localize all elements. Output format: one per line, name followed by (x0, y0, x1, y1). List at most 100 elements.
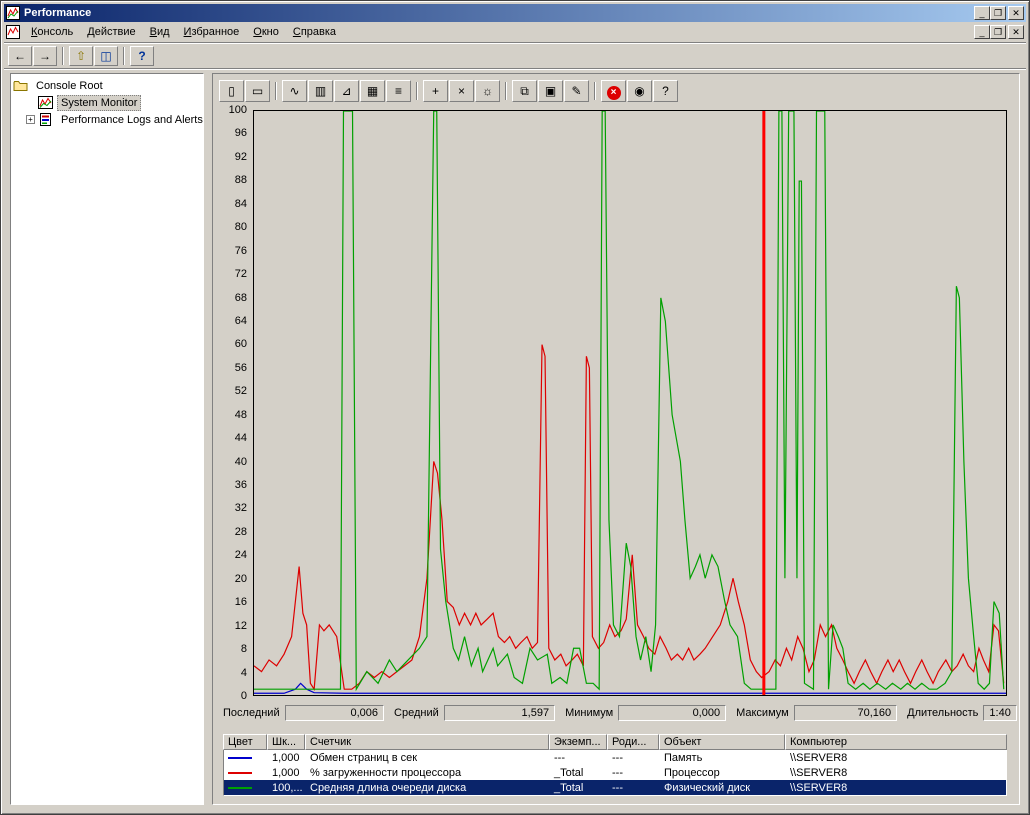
counter-color-line (228, 771, 252, 774)
y-axis-tick-label: 64 (234, 314, 247, 327)
toolbar-separator (62, 46, 64, 65)
menu-favorites[interactable]: Избранное (177, 24, 247, 40)
y-axis-tick-label: 72 (234, 268, 247, 281)
menu-help[interactable]: Справка (286, 24, 343, 40)
y-axis-tick-label: 16 (234, 596, 247, 609)
tree-item-performance-logs[interactable]: + Performance Logs and Alerts (13, 111, 203, 128)
view-current-activity-button[interactable]: ∿ (282, 80, 307, 102)
menubar: Консоль Действие Вид Избранное Окно Справка _… (4, 22, 1026, 43)
stat-last: Последний 0,006 (223, 705, 385, 721)
freeze-display-icon: × (606, 86, 621, 100)
child-minimize-button[interactable]: _ (974, 25, 990, 39)
tree-item-console-root[interactable]: Console Root (13, 77, 201, 94)
legend-cell: Средняя длина очереди диска (310, 781, 467, 794)
y-axis-tick-label: 80 (234, 221, 247, 234)
freeze-display-button[interactable]: × (601, 80, 626, 102)
tree-item-label: Console Root (36, 79, 103, 92)
legend-column-header[interactable]: Шк... (267, 734, 305, 750)
y-axis-tick-label: 32 (234, 502, 247, 515)
menu-items: Консоль Действие Вид Избранное Окно Справка (24, 24, 974, 40)
legend-row[interactable]: 100,... Средняя длина очереди диска _Total… (224, 780, 1006, 795)
view-graph-button[interactable]: ⊿ (334, 80, 359, 102)
counter-color-line (228, 756, 252, 759)
titlebar: Performance _ ❐ ✕ (4, 4, 1026, 22)
legend-cell: 1,000 (272, 766, 300, 779)
copy-properties-icon: ⧉ (520, 84, 529, 98)
paste-counter-list-button[interactable]: ▣ (538, 80, 563, 102)
delete-counter-icon: × (457, 84, 465, 98)
toolbar-separator (505, 82, 507, 100)
legend-column-header[interactable]: Компьютер (785, 734, 1007, 750)
view-log-data-button[interactable]: ▥ (308, 80, 333, 102)
highlight-button[interactable]: ☼ (475, 80, 500, 102)
stat-label: Длительность (907, 707, 979, 719)
tree-item-label: System Monitor (57, 94, 142, 111)
window-title: Performance (24, 7, 92, 19)
counter-color-line (228, 786, 252, 789)
series-processor-time (254, 345, 1004, 690)
clear-display-button[interactable]: ▭ (245, 80, 270, 102)
legend-row[interactable]: 1,000 Обмен страниц в сек --- --- Память \\SE… (224, 750, 1006, 765)
add-counter-button[interactable]: + (423, 80, 448, 102)
minimize-button[interactable]: _ (974, 6, 990, 20)
legend-column-header[interactable]: Роди... (607, 734, 659, 750)
y-axis-tick-label: 56 (234, 361, 247, 374)
help-button[interactable]: ? (130, 45, 154, 66)
clear-display-icon: ▭ (251, 84, 264, 98)
legend-header: Цвет Шк... Счетчик Экземп... Роди... Объект Ко… (223, 734, 1007, 750)
legend-column-header[interactable]: Экземп... (549, 734, 607, 750)
legend-row[interactable]: 1,000 % загруженности процессора _Total ---… (224, 765, 1006, 780)
legend-column-header[interactable]: Цвет (223, 734, 267, 750)
expander-icon[interactable]: + (26, 115, 35, 124)
legend-rows: 1,000 Обмен страниц в сек --- --- Память \\SE… (223, 750, 1007, 796)
child-window-icon (6, 25, 20, 39)
chart-svg (254, 111, 1006, 695)
menu-window[interactable]: Окно (246, 24, 286, 40)
series-pages-sec (254, 683, 1006, 693)
help-button[interactable]: ? (653, 80, 678, 102)
nav-toolbar: ← → ⇧ ◫? (4, 43, 1026, 69)
legend-cell: Процессор (664, 766, 720, 779)
delete-counter-button[interactable]: × (449, 80, 474, 102)
stat-value: 0,000 (618, 705, 727, 721)
menu-action[interactable]: Действие (80, 24, 142, 40)
y-axis-tick-label: 12 (234, 619, 247, 632)
forward-icon: → (39, 48, 51, 63)
menu-console[interactable]: Консоль (24, 24, 80, 40)
legend: Цвет Шк... Счетчик Экземп... Роди... Объект Ко… (223, 734, 1007, 796)
legend-cell: _Total (554, 766, 584, 779)
stat-label: Максимум (736, 707, 789, 719)
view-report-icon: ≡ (394, 84, 402, 98)
legend-cell: _Total (554, 781, 584, 794)
forward-button[interactable]: → (33, 45, 57, 66)
back-icon: ← (14, 48, 26, 63)
toolbar-separator (275, 82, 277, 100)
tree-item-system-monitor[interactable]: System Monitor (13, 94, 201, 111)
logs-icon (38, 113, 53, 126)
show-hide-tree-button[interactable]: ◫ (94, 45, 118, 66)
menu-view[interactable]: Вид (143, 24, 177, 40)
y-axis-tick-label: 100 (228, 104, 247, 116)
stats-bar: Последний 0,006 Средний 1,597 Минимум 0,000 Ма… (223, 704, 1017, 722)
tree-children: System Monitor + Performance Logs and Aler… (13, 94, 203, 128)
up-one-level-button[interactable]: ⇧ (69, 45, 93, 66)
performance-window: Performance _ ❐ ✕ Консоль Действие Вид Избр… (0, 0, 1030, 815)
y-axis-tick-label: 88 (234, 174, 247, 187)
stat-duration: Длительность 1:40 (907, 705, 1017, 721)
child-restore-button[interactable]: ❐ (990, 25, 1006, 39)
properties-icon: ✎ (571, 84, 582, 98)
new-counter-set-icon: ▯ (228, 84, 235, 98)
view-report-button[interactable]: ≡ (386, 80, 411, 102)
maximize-button[interactable]: ❐ (990, 6, 1006, 20)
close-button[interactable]: ✕ (1008, 6, 1024, 20)
legend-column-header[interactable]: Объект (659, 734, 785, 750)
view-histogram-button[interactable]: ▦ (360, 80, 385, 102)
properties-button[interactable]: ✎ (564, 80, 589, 102)
y-axis-tick-label: 36 (234, 479, 247, 492)
child-close-button[interactable]: ✕ (1008, 25, 1024, 39)
back-button[interactable]: ← (8, 45, 32, 66)
legend-column-header[interactable]: Счетчик (305, 734, 549, 750)
update-data-button[interactable]: ◉ (627, 80, 652, 102)
copy-properties-button[interactable]: ⧉ (512, 80, 537, 102)
new-counter-set-button[interactable]: ▯ (219, 80, 244, 102)
